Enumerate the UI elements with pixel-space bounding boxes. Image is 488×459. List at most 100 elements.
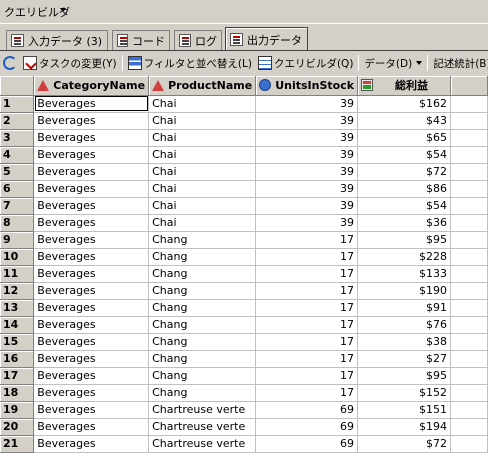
row-number-cell[interactable]: 7	[0, 197, 35, 215]
table-row[interactable]: 5 Beverages Chai 39 $72	[0, 163, 488, 181]
table-row[interactable]: 16 Beverages Chang 17 $27	[0, 350, 488, 368]
product-name-cell[interactable]: Chartreuse verte	[148, 418, 257, 436]
product-name-cell[interactable]: Chang	[148, 265, 257, 283]
units-in-stock-cell[interactable]: 39	[255, 95, 359, 113]
table-row[interactable]: 19 Beverages Chartreuse verte 69 $151	[0, 401, 488, 419]
row-number-cell[interactable]: 2	[0, 112, 35, 130]
row-number-cell[interactable]: 20	[0, 418, 35, 436]
table-row[interactable]: 7 Beverages Chai 39 $54	[0, 197, 488, 215]
row-number-cell[interactable]: 10	[0, 248, 35, 266]
row-number-cell[interactable]: 9	[0, 231, 35, 249]
tab-input-data[interactable]: 入力データ (3)	[6, 30, 108, 50]
title-dropdown-arrow-icon[interactable]	[60, 8, 66, 12]
gross-profit-cell[interactable]: $228	[357, 248, 451, 266]
category-name-cell[interactable]: Beverages	[33, 112, 150, 130]
units-in-stock-cell[interactable]: 17	[255, 333, 359, 351]
units-in-stock-cell[interactable]: 17	[255, 265, 359, 283]
units-in-stock-cell[interactable]: 17	[255, 384, 359, 402]
product-name-cell[interactable]: Chang	[148, 333, 257, 351]
table-row[interactable]: 9 Beverages Chang 17 $95	[0, 231, 488, 249]
category-name-cell[interactable]: Beverages	[33, 95, 150, 113]
data-grid[interactable]: CategoryName ProductName UnitsInStock 総利…	[0, 76, 488, 459]
category-name-cell[interactable]: Beverages	[33, 299, 150, 317]
units-in-stock-cell[interactable]: 39	[255, 112, 359, 130]
column-header-gross-profit[interactable]: 総利益	[357, 76, 451, 96]
product-name-cell[interactable]: Chang	[148, 316, 257, 334]
row-number-cell[interactable]: 15	[0, 333, 35, 351]
table-row[interactable]: 18 Beverages Chang 17 $152	[0, 384, 488, 402]
row-number-cell[interactable]: 4	[0, 146, 35, 164]
product-name-cell[interactable]: Chang	[148, 231, 257, 249]
gross-profit-cell[interactable]: $152	[357, 384, 451, 402]
table-row[interactable]: 6 Beverages Chai 39 $86	[0, 180, 488, 198]
table-row[interactable]: 17 Beverages Chang 17 $95	[0, 367, 488, 385]
units-in-stock-cell[interactable]: 17	[255, 231, 359, 249]
row-number-cell[interactable]: 14	[0, 316, 35, 334]
category-name-cell[interactable]: Beverages	[33, 231, 150, 249]
table-row[interactable]: 20 Beverages Chartreuse verte 69 $194	[0, 418, 488, 436]
table-row[interactable]: 10 Beverages Chang 17 $228	[0, 248, 488, 266]
gross-profit-cell[interactable]: $91	[357, 299, 451, 317]
row-number-cell[interactable]: 8	[0, 214, 35, 232]
units-in-stock-cell[interactable]: 17	[255, 248, 359, 266]
tab-code[interactable]: コード	[112, 30, 170, 50]
row-number-cell[interactable]: 19	[0, 401, 35, 419]
gross-profit-cell[interactable]: $36	[357, 214, 451, 232]
row-number-cell[interactable]: 1	[0, 95, 35, 113]
row-number-cell[interactable]: 11	[0, 265, 35, 283]
tab-log[interactable]: ログ	[174, 30, 222, 50]
gross-profit-cell[interactable]: $76	[357, 316, 451, 334]
product-name-cell[interactable]: Chai	[148, 112, 257, 130]
product-name-cell[interactable]: Chang	[148, 367, 257, 385]
category-name-cell[interactable]: Beverages	[33, 163, 150, 181]
window-title[interactable]: クエリビルダ	[4, 4, 70, 20]
units-in-stock-cell[interactable]: 69	[255, 435, 359, 453]
table-row[interactable]: 14 Beverages Chang 17 $76	[0, 316, 488, 334]
gross-profit-cell[interactable]: $95	[357, 367, 451, 385]
category-name-cell[interactable]: Beverages	[33, 197, 150, 215]
gross-profit-cell[interactable]: $38	[357, 333, 451, 351]
gross-profit-cell[interactable]: $162	[357, 95, 451, 113]
table-row[interactable]: 8 Beverages Chai 39 $36	[0, 214, 488, 232]
product-name-cell[interactable]: Chang	[148, 299, 257, 317]
table-row[interactable]: 21 Beverages Chartreuse verte 69 $72	[0, 435, 488, 453]
gross-profit-cell[interactable]: $86	[357, 180, 451, 198]
row-number-cell[interactable]: 13	[0, 299, 35, 317]
query-builder-button[interactable]: クエリビルダ(Q)	[255, 53, 356, 73]
category-name-cell[interactable]: Beverages	[33, 384, 150, 402]
row-number-cell[interactable]: 17	[0, 367, 35, 385]
category-name-cell[interactable]: Beverages	[33, 180, 150, 198]
category-name-cell[interactable]: Beverages	[33, 435, 150, 453]
units-in-stock-cell[interactable]: 17	[255, 367, 359, 385]
gross-profit-cell[interactable]: $27	[357, 350, 451, 368]
category-name-cell[interactable]: Beverages	[33, 129, 150, 147]
category-name-cell[interactable]: Beverages	[33, 418, 150, 436]
row-number-cell[interactable]: 5	[0, 163, 35, 181]
units-in-stock-cell[interactable]: 69	[255, 401, 359, 419]
category-name-cell[interactable]: Beverages	[33, 401, 150, 419]
gross-profit-cell[interactable]: $65	[357, 129, 451, 147]
category-name-cell[interactable]: Beverages	[33, 316, 150, 334]
units-in-stock-cell[interactable]: 39	[255, 214, 359, 232]
table-row[interactable]: 3 Beverages Chai 39 $65	[0, 129, 488, 147]
category-name-cell[interactable]: Beverages	[33, 282, 150, 300]
table-row[interactable]: 11 Beverages Chang 17 $133	[0, 265, 488, 283]
product-name-cell[interactable]: Chang	[148, 350, 257, 368]
gross-profit-cell[interactable]: $95	[357, 231, 451, 249]
row-number-cell[interactable]: 3	[0, 129, 35, 147]
units-in-stock-cell[interactable]: 69	[255, 418, 359, 436]
table-row[interactable]: 1 Beverages Chai 39 $162	[0, 95, 488, 113]
product-name-cell[interactable]: Chartreuse verte	[148, 401, 257, 419]
gross-profit-cell[interactable]: $194	[357, 418, 451, 436]
product-name-cell[interactable]: Chai	[148, 214, 257, 232]
gross-profit-cell[interactable]: $133	[357, 265, 451, 283]
units-in-stock-cell[interactable]: 39	[255, 197, 359, 215]
column-header-product-name[interactable]: ProductName	[148, 76, 257, 96]
gross-profit-cell[interactable]: $54	[357, 197, 451, 215]
row-number-cell[interactable]: 12	[0, 282, 35, 300]
product-name-cell[interactable]: Chartreuse verte	[148, 435, 257, 453]
units-in-stock-cell[interactable]: 39	[255, 129, 359, 147]
task-change-button[interactable]: タスクの変更(Y)	[20, 53, 120, 73]
gross-profit-cell[interactable]: $72	[357, 163, 451, 181]
row-number-cell[interactable]: 6	[0, 180, 35, 198]
